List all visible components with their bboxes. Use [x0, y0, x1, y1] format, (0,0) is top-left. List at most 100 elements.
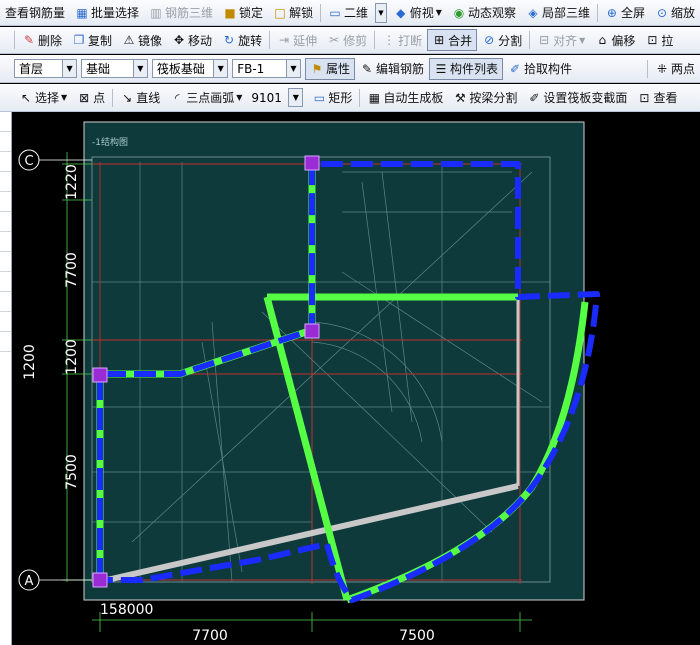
select-button[interactable]: ↖ 选择 ▼	[14, 87, 72, 109]
top-view-icon: ◆	[396, 5, 406, 20]
chevron-down-icon: ▼	[285, 60, 300, 77]
offset-button[interactable]: ⌂ 偏移	[590, 29, 640, 51]
rebar-3d-button[interactable]: ▥ 钢筋三维	[144, 2, 218, 24]
break-button[interactable]: ⋮ 打断	[377, 29, 427, 51]
separator	[112, 88, 114, 107]
component-list-label: 构件列表	[449, 62, 498, 76]
split-by-beam-button[interactable]: ⚒ 按梁分割	[448, 87, 522, 109]
delete-button[interactable]: ✎ 删除	[17, 29, 67, 51]
point-icon: ⊠	[79, 90, 90, 105]
drawing-svg[interactable]: -1结构图 C A 1220 7700 1200 1200 7500 15800…	[12, 112, 700, 645]
dynamic-view-button[interactable]: ◉ 动态观察	[447, 2, 521, 24]
list-item[interactable]	[0, 132, 11, 152]
category-value: 基础	[86, 62, 111, 76]
fullscreen-icon: ⊕	[606, 5, 617, 20]
auto-generate-slab-button[interactable]: ▦ 自动生成板	[362, 87, 448, 109]
point-button[interactable]: ⊠ 点	[72, 87, 110, 109]
list-item[interactable]	[0, 152, 11, 172]
stretch-button[interactable]: ⊡ 拉	[640, 29, 678, 51]
component-list-button[interactable]: ☰ 构件列表	[428, 57, 503, 80]
fullscreen-label: 全屏	[620, 6, 645, 20]
element-name-select[interactable]: FB-1 ▼	[232, 59, 301, 78]
lock-button[interactable]: ■ 锁定	[218, 2, 268, 24]
trim-button[interactable]: ✂ 修剪	[322, 29, 372, 51]
pick-component-button[interactable]: ✐ 拾取构件	[503, 58, 577, 80]
local-3d-button[interactable]: ◈ 局部三维	[521, 2, 595, 24]
list-item[interactable]	[0, 332, 11, 352]
list-item[interactable]	[0, 212, 11, 232]
list-item[interactable]	[0, 272, 11, 292]
dim-text-7700-vertical: 7700	[64, 252, 80, 288]
zoom-button[interactable]: ⊙ 缩放	[650, 2, 700, 24]
list-item[interactable]	[0, 232, 11, 252]
list-item[interactable]	[0, 312, 11, 332]
category-select[interactable]: 基础 ▼	[81, 59, 148, 78]
fullscreen-button[interactable]: ⊕ 全屏	[600, 2, 650, 24]
arc-value-select[interactable]: 9101 ▼	[247, 88, 304, 107]
extend-button[interactable]: ⇥ 延伸	[272, 29, 322, 51]
mirror-button[interactable]: ⚠ 镜像	[117, 29, 167, 51]
stretch-label: 拉	[661, 33, 674, 48]
delete-label: 删除	[38, 33, 63, 48]
arc-button[interactable]: ◜ 三点画弧 ▼	[165, 87, 247, 109]
stretch-icon: ⊡	[647, 33, 658, 47]
view-button[interactable]: ⊡ 查看	[632, 87, 682, 109]
list-item[interactable]	[0, 252, 11, 272]
floor-select[interactable]: 首层 ▼	[14, 59, 78, 78]
move-button[interactable]: ✥ 移动	[167, 29, 217, 51]
view-mode-dropdown[interactable]: ▼	[375, 2, 387, 23]
element-name-value: FB-1	[237, 61, 265, 76]
batch-select-label: 批量选择	[91, 6, 140, 20]
top-view-label: 俯视	[409, 6, 434, 20]
set-raft-section-button[interactable]: ✐ 设置筏板变截面	[522, 87, 632, 109]
element-type-value: 筏板基础	[156, 62, 205, 76]
properties-icon: ⚑	[311, 61, 323, 76]
rectangle-button[interactable]: ▭ 矩形	[307, 87, 357, 109]
list-icon: ☰	[435, 61, 447, 76]
merge-label: 合并	[448, 33, 473, 48]
break-icon: ⋮	[383, 33, 396, 47]
align-button[interactable]: ⊟ 对齐 ▼	[532, 29, 590, 51]
trim-icon: ✂	[329, 33, 340, 47]
copy-icon: ❐	[73, 33, 85, 47]
edit-rebar-button[interactable]: ✎ 编辑钢筋	[355, 58, 429, 80]
properties-button[interactable]: ⚑ 属性	[304, 57, 355, 80]
two-point-label: 两点	[670, 62, 695, 76]
axis-label-a: A	[25, 574, 34, 589]
merge-button[interactable]: ⊞ 合并	[427, 29, 478, 51]
element-type-select[interactable]: 筏板基础 ▼	[151, 59, 229, 78]
vertex-handle[interactable]	[92, 572, 108, 588]
separator	[374, 31, 376, 49]
extend-icon: ⇥	[279, 33, 290, 47]
split-button[interactable]: ⊘ 分割	[477, 29, 527, 51]
view-rebar-qty-button[interactable]: 查看钢筋量	[0, 2, 70, 24]
list-item[interactable]	[0, 192, 11, 212]
point-label: 点	[93, 91, 106, 105]
section-icon: ✐	[529, 90, 540, 105]
separator	[529, 31, 531, 49]
rotate-button[interactable]: ↻ 旋转	[217, 29, 267, 51]
chevron-down-icon: ▼	[132, 60, 147, 77]
list-item[interactable]	[0, 112, 11, 132]
offset-label: 偏移	[611, 33, 636, 48]
vertex-handle[interactable]	[304, 323, 320, 339]
toolbar-component: 首层 ▼ 基础 ▼ 筏板基础 ▼ FB-1 ▼ ⚑ 属性 ✎ 编辑钢筋 ☰ 构件列表 ✐ 拾取构…	[0, 55, 700, 83]
zoom-label: 缩放	[670, 6, 695, 20]
vertex-handle[interactable]	[92, 367, 108, 383]
top-view-button[interactable]: ◆ 俯视 ▼	[389, 2, 447, 24]
mirror-label: 镜像	[138, 33, 163, 48]
vertex-handle[interactable]	[304, 155, 320, 171]
unlock-button[interactable]: □ 解锁	[268, 2, 318, 24]
chevron-down-icon: ▼	[288, 88, 304, 107]
drawing-canvas[interactable]: -1结构图 C A 1220 7700 1200 1200 7500 15800…	[12, 112, 700, 645]
list-item[interactable]	[0, 172, 11, 192]
two-point-button[interactable]: ⁜ 两点	[650, 58, 700, 80]
copy-button[interactable]: ❐ 复制	[67, 29, 117, 51]
edit-rebar-icon: ✎	[361, 61, 372, 76]
dim-text-7500-vertical: 7500	[64, 454, 80, 490]
view-mode-button[interactable]: ▭ 二维	[323, 2, 373, 24]
list-item[interactable]	[0, 292, 11, 312]
line-button[interactable]: ↘ 直线	[115, 87, 165, 109]
batch-select-button[interactable]: ▦ 批量选择	[70, 2, 144, 24]
properties-label: 属性	[325, 62, 350, 76]
